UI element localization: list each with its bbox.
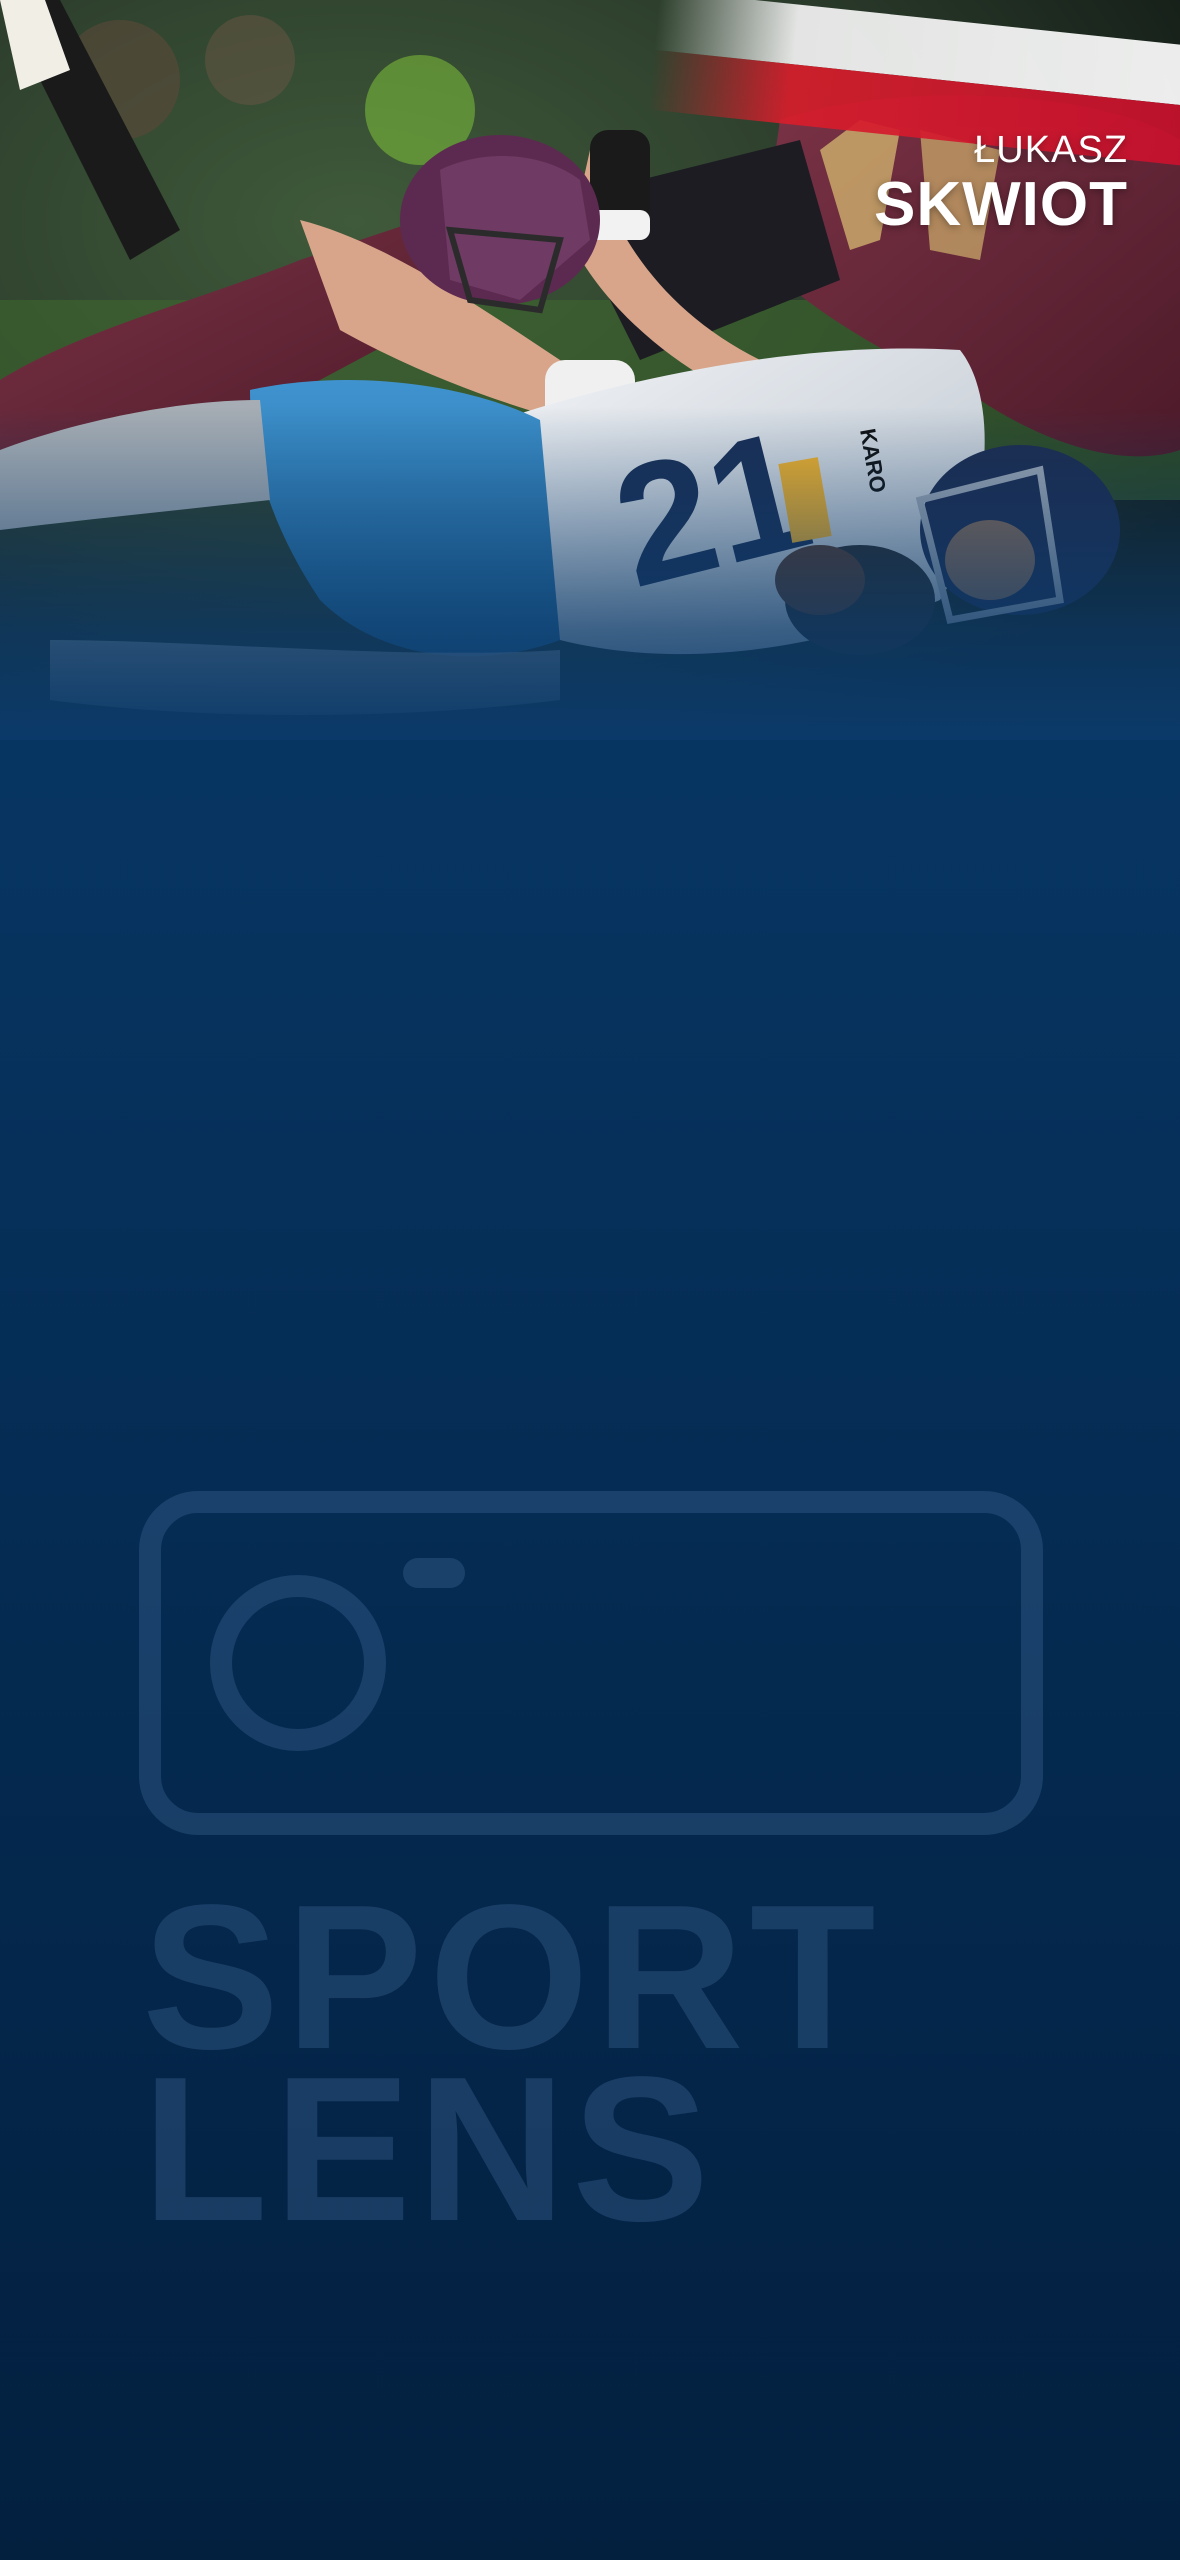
photographer-first-name: ŁUKASZ <box>974 129 1128 171</box>
sport-lens-logo: SPORT LENS <box>138 1490 1044 2264</box>
photographer-credit: ŁUKASZ SKWIOT <box>874 128 1128 238</box>
camera-icon <box>138 1490 1044 1836</box>
logo-word-lens: LENS <box>142 2034 716 2264</box>
photographer-last-name: SKWIOT <box>874 170 1128 239</box>
story-canvas: 21 KARO ŁUKASZ SKWIOT SPORT LENS <box>0 0 1180 2560</box>
hero-photo: 21 KARO <box>0 0 1180 740</box>
